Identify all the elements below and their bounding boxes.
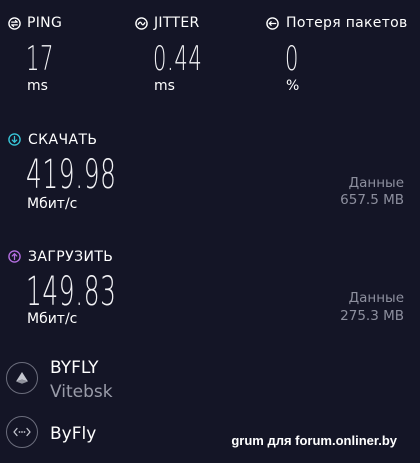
upload-arrow-icon xyxy=(8,250,21,263)
jitter-label: JITTER xyxy=(154,15,200,31)
provider-button[interactable] xyxy=(6,416,38,448)
upload-speed-value: 149.83 xyxy=(26,269,117,315)
download-unit: Мбит/с xyxy=(27,196,78,212)
packet-loss-value: 0 xyxy=(285,39,300,79)
ping-value: 17 xyxy=(26,39,55,79)
watermark-text: grum для forum.onliner.by xyxy=(231,433,397,448)
provider-name[interactable]: ByFly xyxy=(50,424,96,444)
download-arrow-icon xyxy=(8,133,21,146)
server-host-button[interactable] xyxy=(6,362,38,394)
upload-label: ЗАГРУЗИТЬ xyxy=(28,249,114,265)
server-host-icon xyxy=(16,372,28,384)
upload-data-label: Данные xyxy=(348,290,404,306)
jitter-value: 0.44 xyxy=(153,39,203,79)
ping-unit: ms xyxy=(27,78,48,94)
download-speed-value: 419.98 xyxy=(26,152,117,198)
jitter-unit: ms xyxy=(154,78,175,94)
download-label: СКАЧАТЬ xyxy=(28,132,98,148)
upload-data-value: 275.3 MB xyxy=(340,308,404,324)
jitter-icon xyxy=(135,17,148,30)
download-data-value: 657.5 MB xyxy=(340,192,404,208)
upload-unit: Мбит/с xyxy=(27,311,78,327)
ping-icon xyxy=(8,17,21,30)
packet-loss-icon xyxy=(266,17,279,30)
ping-label: PING xyxy=(27,15,63,31)
packet-loss-label: Потеря пакетов xyxy=(286,15,408,31)
download-data-label: Данные xyxy=(348,175,404,191)
packet-loss-unit: % xyxy=(286,78,300,94)
server-host-name[interactable]: BYFLY xyxy=(50,358,99,378)
server-location[interactable]: Vitebsk xyxy=(50,382,113,402)
provider-connection-icon xyxy=(13,427,31,437)
